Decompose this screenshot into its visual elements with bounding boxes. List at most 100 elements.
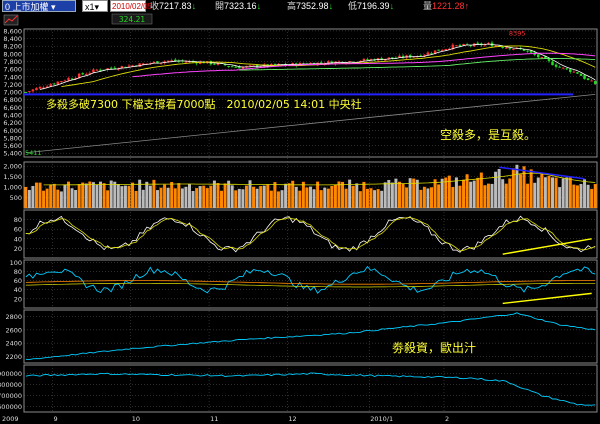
volume-bar	[170, 181, 174, 208]
volume-bar	[173, 188, 177, 208]
volume-bar	[565, 177, 569, 208]
volume-bar	[230, 185, 234, 208]
candle-body	[109, 67, 113, 69]
volume-bar	[333, 184, 337, 208]
volume-bar	[529, 169, 533, 208]
panel-frame	[23, 364, 598, 413]
volume-bar	[259, 186, 263, 208]
volume-bar	[419, 189, 423, 208]
volume-bar	[344, 188, 348, 208]
x-tick-label: 11	[210, 415, 218, 423]
volume-bar	[280, 190, 284, 208]
candle-body	[63, 80, 67, 82]
volume-bar	[66, 181, 70, 208]
candle-body	[501, 46, 504, 48]
candle-body	[35, 88, 38, 91]
volume-bar	[116, 184, 120, 208]
candle-body	[213, 63, 216, 65]
volume-bar	[426, 188, 430, 208]
volume-bar	[469, 181, 473, 208]
candle-body	[170, 60, 173, 62]
volume-bar	[202, 185, 206, 208]
x-tick-label: 12	[288, 415, 296, 423]
volume-bar	[216, 183, 220, 208]
oscillator-d-line	[25, 217, 596, 252]
volume-bar	[383, 182, 387, 208]
volume-bar	[341, 181, 345, 208]
volume-bar	[433, 179, 437, 208]
peak-label: 8395	[509, 30, 526, 38]
candle-body	[227, 65, 230, 67]
x-tick-label: 9	[53, 415, 57, 423]
candle	[408, 53, 412, 59]
volume-bar	[252, 186, 256, 208]
candle-body	[95, 69, 99, 71]
sub-value: 324.21	[119, 15, 145, 24]
stock-chart: 8,6008,4008,2008,0007,8007,6007,4007,200…	[0, 13, 598, 423]
volume-bar	[106, 190, 110, 208]
volume-bar	[287, 183, 291, 208]
volume-bar	[551, 177, 555, 208]
volume-bar	[323, 187, 327, 208]
candle-body	[366, 59, 369, 61]
volume-bar	[511, 168, 515, 208]
volume-bar	[440, 178, 444, 208]
candle-body	[576, 72, 579, 74]
volume-bar	[397, 181, 401, 208]
candle-body	[426, 52, 430, 55]
volume-bar	[430, 187, 434, 208]
volume-bar	[319, 190, 323, 208]
volume-bar	[49, 184, 53, 208]
volume-bar	[166, 187, 170, 208]
candle	[583, 74, 586, 80]
volume-bar	[454, 177, 458, 208]
volume-bar	[187, 183, 191, 208]
volume-bar	[113, 181, 117, 208]
volume-bar	[358, 191, 362, 208]
candle-body	[184, 61, 188, 63]
oscillator-trend-line	[502, 238, 592, 255]
volume-bar	[148, 185, 152, 208]
annotation-note-main: 空殺多，是互殺。	[440, 128, 537, 142]
volume-bar	[209, 185, 213, 208]
volume-bar	[451, 186, 455, 208]
y-tick-label: 2,000	[3, 163, 22, 171]
volume-bar	[348, 179, 352, 208]
volume-bar	[547, 175, 551, 208]
volume-bar	[422, 186, 426, 208]
volume-bar	[134, 190, 138, 208]
volume-bar	[155, 190, 159, 208]
y-tick-label: 5,400	[3, 150, 22, 158]
candle	[440, 48, 444, 51]
volume-bar	[590, 188, 594, 208]
volume-bar	[575, 185, 579, 208]
y-tick-label: 100	[10, 259, 22, 267]
volume-bar	[163, 184, 167, 208]
volume-bar	[540, 172, 544, 208]
candle-body	[248, 65, 252, 67]
volume-bar	[269, 190, 273, 208]
volume-bar	[337, 181, 341, 208]
candle	[455, 45, 458, 47]
y-tick-label: 1,500	[3, 173, 22, 181]
candle-body	[437, 49, 440, 51]
volume-bar	[234, 190, 238, 208]
candle	[590, 78, 593, 82]
volume-bar	[486, 183, 490, 208]
candle	[81, 72, 84, 76]
volume-bar	[536, 177, 540, 208]
volume-bar	[99, 181, 103, 208]
candle-body	[81, 73, 84, 75]
candle	[426, 50, 430, 56]
volume-bar	[298, 190, 302, 208]
candle-body	[558, 66, 561, 68]
volume-bar	[31, 185, 35, 208]
y-tick-label: 2600	[5, 326, 22, 334]
volume-bar	[184, 186, 188, 208]
volume-bar	[195, 188, 199, 208]
volume-bar	[145, 181, 149, 208]
volume-bar	[52, 183, 56, 208]
volume-bar	[526, 183, 530, 208]
candle-body	[458, 44, 462, 46]
volume-bar	[198, 186, 202, 208]
